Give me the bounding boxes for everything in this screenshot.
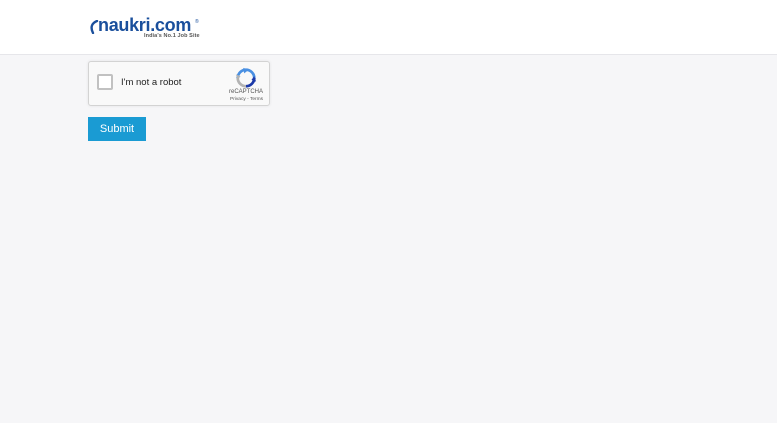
logo-tagline: India's No.1 Job Site bbox=[144, 33, 200, 39]
recaptcha-widget: I'm not a robot reCAPTCHA Privacy - Term… bbox=[88, 61, 270, 106]
recaptcha-links: Privacy - Terms bbox=[230, 97, 263, 102]
recaptcha-logo-icon bbox=[235, 67, 257, 88]
naukri-logo[interactable]: naukri.com ® India's No.1 Job Site bbox=[89, 15, 201, 41]
submit-button[interactable]: Submit bbox=[88, 117, 146, 141]
logo-trademark: ® bbox=[195, 19, 199, 25]
recaptcha-brand: reCAPTCHA bbox=[228, 89, 263, 95]
recaptcha-checkbox[interactable] bbox=[97, 74, 113, 90]
logo-wordmark: naukri.com bbox=[98, 15, 192, 35]
recaptcha-label: I'm not a robot bbox=[121, 77, 182, 88]
page-header: naukri.com ® India's No.1 Job Site bbox=[0, 0, 777, 55]
privacy-link[interactable]: Privacy bbox=[230, 97, 246, 102]
terms-link[interactable]: Terms bbox=[250, 97, 263, 102]
